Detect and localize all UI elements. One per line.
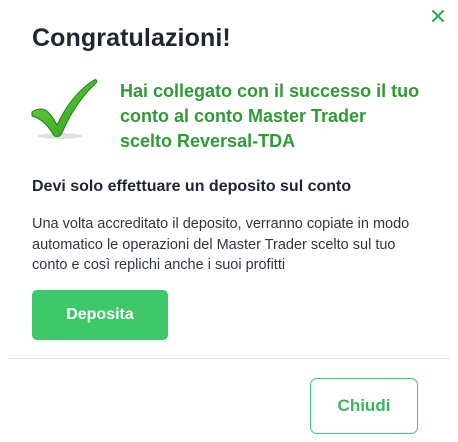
dialog-title: Congratulazioni! bbox=[32, 24, 231, 52]
close-button[interactable]: Chiudi bbox=[310, 378, 418, 434]
divider bbox=[8, 358, 450, 359]
deposit-subtitle: Devi solo effettuare un deposito sul con… bbox=[32, 178, 352, 195]
deposit-button[interactable]: Deposita bbox=[32, 290, 168, 340]
checkmark-icon bbox=[30, 78, 98, 140]
close-icon[interactable] bbox=[428, 6, 448, 26]
success-message: Hai collegato con il successo il tuo con… bbox=[120, 81, 420, 151]
deposit-description: Una volta accreditato il deposito, verra… bbox=[32, 216, 410, 273]
dialog: Congratulazioni! Hai collegato con il su… bbox=[0, 0, 458, 442]
